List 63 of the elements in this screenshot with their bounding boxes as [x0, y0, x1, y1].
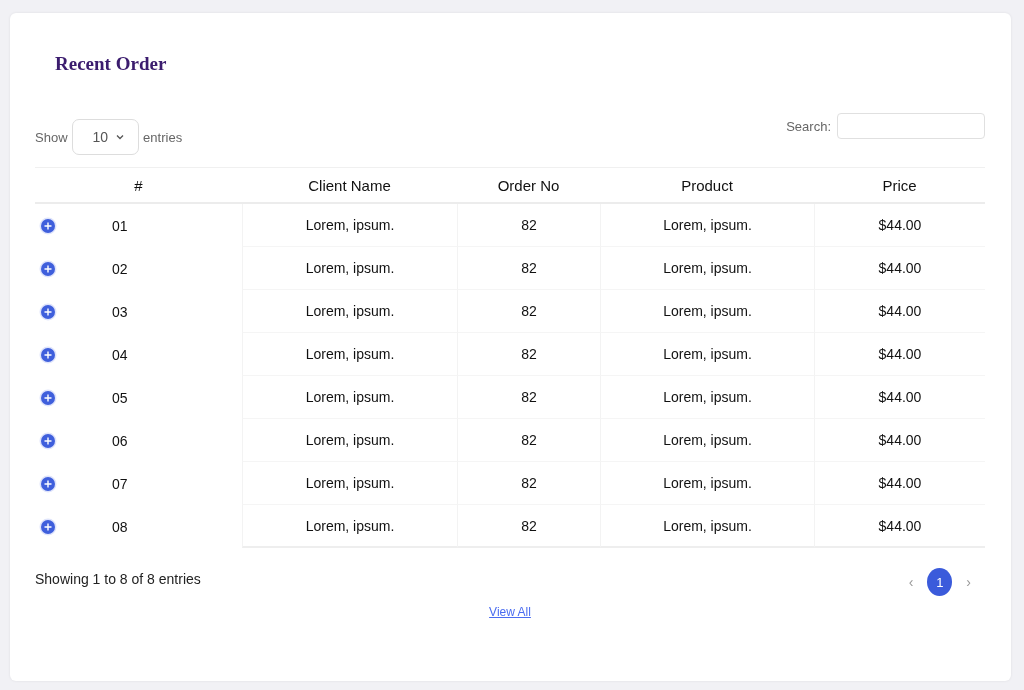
table-cell: 82: [521, 432, 537, 448]
table-cell: Lorem, ipsum.: [305, 432, 395, 448]
table-cell: Lorem, ipsum.: [305, 260, 395, 276]
plus-circle-icon[interactable]: [39, 517, 57, 536]
column-header[interactable]: #: [35, 168, 242, 202]
table-cell: 05: [112, 389, 128, 406]
chevron-down-icon: [116, 134, 125, 140]
view-all-link[interactable]: View All: [489, 605, 531, 619]
table-cell: Lorem, ipsum.: [663, 475, 752, 491]
table-cell: $44.00: [878, 303, 922, 319]
table-cell: $44.00: [878, 389, 922, 405]
table-cell: Lorem, ipsum.: [663, 217, 752, 233]
plus-circle-icon[interactable]: [39, 431, 57, 450]
plus-circle-icon[interactable]: [39, 388, 57, 407]
table-cell: Lorem, ipsum.: [663, 346, 752, 362]
table-cell: 82: [521, 475, 537, 491]
table-cell: Lorem, ipsum.: [305, 517, 395, 534]
table-cell: 04: [112, 346, 128, 363]
table-cell: Lorem, ipsum.: [305, 217, 395, 233]
table-cell: 07: [112, 475, 128, 492]
table-cell: Lorem, ipsum.: [305, 389, 395, 405]
table-cell: $44.00: [878, 432, 922, 448]
entries-label: entries: [143, 129, 183, 145]
table-cell: 82: [521, 346, 537, 362]
table-cell: 82: [521, 260, 537, 276]
table-cell: $44.00: [878, 217, 922, 233]
plus-circle-icon[interactable]: [39, 302, 57, 321]
entries-select[interactable]: 10: [71, 119, 140, 155]
table-cell: 06: [112, 432, 128, 449]
table-cell: Lorem, ipsum.: [305, 346, 395, 362]
table-cell: 82: [521, 389, 537, 405]
search-field[interactable]: [837, 113, 985, 139]
table-cell: $44.00: [878, 517, 922, 534]
table-cell: $44.00: [878, 260, 922, 276]
table-cell: $44.00: [878, 475, 922, 491]
table-cell: Lorem, ipsum.: [663, 517, 752, 534]
table-cell: Lorem, ipsum.: [305, 475, 395, 491]
search-label: Search:: [786, 118, 831, 134]
table-cell: 82: [521, 303, 537, 319]
page-button[interactable]: 1: [927, 568, 953, 596]
table-cell: 82: [521, 217, 537, 233]
entries-info: Showing 1 to 8 of 8 entries: [35, 571, 201, 587]
table-cell: 82: [521, 517, 537, 534]
table-cell: Lorem, ipsum.: [663, 389, 752, 405]
table-cell: Lorem, ipsum.: [663, 260, 752, 276]
table-cell: 02: [112, 260, 128, 277]
show-label: Show: [35, 129, 68, 145]
column-header[interactable]: Price: [814, 168, 985, 202]
table-cell: 01: [112, 217, 128, 234]
plus-circle-icon[interactable]: [39, 345, 57, 364]
card-title: Recent Order: [55, 52, 168, 76]
table-cell: $44.00: [878, 346, 922, 362]
column-header[interactable]: Client Name: [242, 168, 457, 202]
table-cell: Lorem, ipsum.: [663, 432, 752, 448]
plus-circle-icon[interactable]: [39, 474, 57, 493]
plus-circle-icon[interactable]: [39, 216, 57, 235]
column-header[interactable]: Product: [600, 168, 814, 202]
table-cell: 03: [112, 303, 128, 320]
table-cell: 08: [112, 518, 128, 535]
plus-circle-icon[interactable]: [39, 259, 57, 278]
table-cell: Lorem, ipsum.: [305, 303, 395, 319]
column-header[interactable]: Order No: [457, 168, 600, 202]
table-cell: Lorem, ipsum.: [663, 303, 752, 319]
